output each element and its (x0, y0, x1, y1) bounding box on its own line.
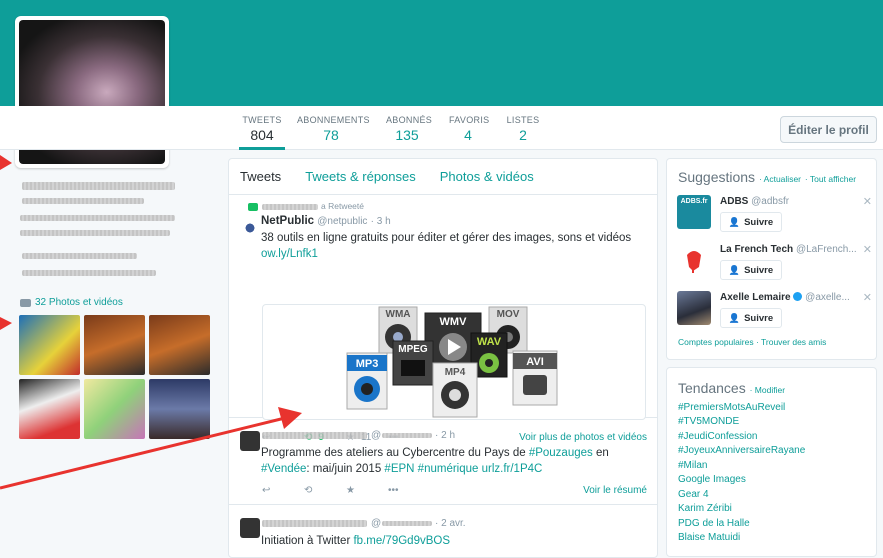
arrow-head-bottom (278, 407, 302, 429)
arrow-line-bottom (0, 416, 286, 490)
arrow-head-left-top (0, 155, 12, 170)
arrow-head-left-mid (0, 317, 12, 330)
annotation-arrows (0, 155, 302, 490)
